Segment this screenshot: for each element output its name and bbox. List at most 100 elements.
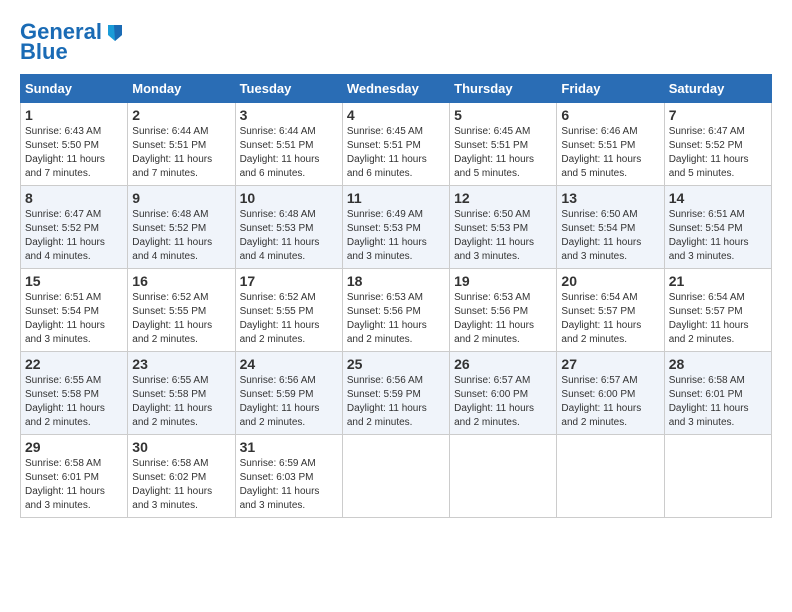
day-number: 13: [561, 190, 659, 206]
logo-blue-text: Blue: [20, 40, 68, 64]
calendar-cell: 3 Sunrise: 6:44 AM Sunset: 5:51 PM Dayli…: [235, 103, 342, 186]
calendar-cell: [342, 435, 449, 518]
day-header-monday: Monday: [128, 75, 235, 103]
calendar-cell: 23 Sunrise: 6:55 AM Sunset: 5:58 PM Dayl…: [128, 352, 235, 435]
calendar-cell: 14 Sunrise: 6:51 AM Sunset: 5:54 PM Dayl…: [664, 186, 771, 269]
calendar-cell: 26 Sunrise: 6:57 AM Sunset: 6:00 PM Dayl…: [450, 352, 557, 435]
calendar-cell: 10 Sunrise: 6:48 AM Sunset: 5:53 PM Dayl…: [235, 186, 342, 269]
calendar-week-5: 29 Sunrise: 6:58 AM Sunset: 6:01 PM Dayl…: [21, 435, 772, 518]
day-info: Sunrise: 6:48 AM Sunset: 5:52 PM Dayligh…: [132, 208, 230, 264]
day-number: 27: [561, 356, 659, 372]
calendar-cell: 7 Sunrise: 6:47 AM Sunset: 5:52 PM Dayli…: [664, 103, 771, 186]
day-number: 22: [25, 356, 123, 372]
day-number: 15: [25, 273, 123, 289]
day-number: 21: [669, 273, 767, 289]
day-info: Sunrise: 6:59 AM Sunset: 6:03 PM Dayligh…: [240, 457, 338, 513]
day-header-friday: Friday: [557, 75, 664, 103]
day-info: Sunrise: 6:57 AM Sunset: 6:00 PM Dayligh…: [454, 374, 552, 430]
day-number: 31: [240, 439, 338, 455]
calendar-table: SundayMondayTuesdayWednesdayThursdayFrid…: [20, 74, 772, 518]
day-info: Sunrise: 6:47 AM Sunset: 5:52 PM Dayligh…: [669, 125, 767, 181]
day-info: Sunrise: 6:51 AM Sunset: 5:54 PM Dayligh…: [25, 291, 123, 347]
calendar-week-4: 22 Sunrise: 6:55 AM Sunset: 5:58 PM Dayl…: [21, 352, 772, 435]
day-info: Sunrise: 6:55 AM Sunset: 5:58 PM Dayligh…: [132, 374, 230, 430]
calendar-cell: 2 Sunrise: 6:44 AM Sunset: 5:51 PM Dayli…: [128, 103, 235, 186]
logo-arrow-icon: [104, 21, 126, 43]
day-info: Sunrise: 6:49 AM Sunset: 5:53 PM Dayligh…: [347, 208, 445, 264]
calendar-cell: [557, 435, 664, 518]
day-number: 26: [454, 356, 552, 372]
day-info: Sunrise: 6:56 AM Sunset: 5:59 PM Dayligh…: [347, 374, 445, 430]
day-number: 19: [454, 273, 552, 289]
day-info: Sunrise: 6:50 AM Sunset: 5:53 PM Dayligh…: [454, 208, 552, 264]
day-info: Sunrise: 6:43 AM Sunset: 5:50 PM Dayligh…: [25, 125, 123, 181]
calendar-cell: 24 Sunrise: 6:56 AM Sunset: 5:59 PM Dayl…: [235, 352, 342, 435]
day-number: 7: [669, 107, 767, 123]
day-info: Sunrise: 6:44 AM Sunset: 5:51 PM Dayligh…: [132, 125, 230, 181]
day-number: 3: [240, 107, 338, 123]
day-number: 23: [132, 356, 230, 372]
day-info: Sunrise: 6:54 AM Sunset: 5:57 PM Dayligh…: [669, 291, 767, 347]
day-number: 16: [132, 273, 230, 289]
calendar-cell: 5 Sunrise: 6:45 AM Sunset: 5:51 PM Dayli…: [450, 103, 557, 186]
day-number: 12: [454, 190, 552, 206]
calendar-cell: 31 Sunrise: 6:59 AM Sunset: 6:03 PM Dayl…: [235, 435, 342, 518]
page-header: General Blue: [20, 20, 772, 64]
day-number: 6: [561, 107, 659, 123]
calendar-cell: 11 Sunrise: 6:49 AM Sunset: 5:53 PM Dayl…: [342, 186, 449, 269]
day-number: 11: [347, 190, 445, 206]
day-number: 30: [132, 439, 230, 455]
calendar-cell: 27 Sunrise: 6:57 AM Sunset: 6:00 PM Dayl…: [557, 352, 664, 435]
day-number: 9: [132, 190, 230, 206]
day-number: 4: [347, 107, 445, 123]
calendar-cell: 29 Sunrise: 6:58 AM Sunset: 6:01 PM Dayl…: [21, 435, 128, 518]
calendar-cell: 12 Sunrise: 6:50 AM Sunset: 5:53 PM Dayl…: [450, 186, 557, 269]
day-info: Sunrise: 6:46 AM Sunset: 5:51 PM Dayligh…: [561, 125, 659, 181]
calendar-cell: 17 Sunrise: 6:52 AM Sunset: 5:55 PM Dayl…: [235, 269, 342, 352]
day-header-thursday: Thursday: [450, 75, 557, 103]
calendar-week-3: 15 Sunrise: 6:51 AM Sunset: 5:54 PM Dayl…: [21, 269, 772, 352]
day-number: 24: [240, 356, 338, 372]
day-info: Sunrise: 6:54 AM Sunset: 5:57 PM Dayligh…: [561, 291, 659, 347]
day-info: Sunrise: 6:51 AM Sunset: 5:54 PM Dayligh…: [669, 208, 767, 264]
calendar-cell: 22 Sunrise: 6:55 AM Sunset: 5:58 PM Dayl…: [21, 352, 128, 435]
day-info: Sunrise: 6:52 AM Sunset: 5:55 PM Dayligh…: [132, 291, 230, 347]
calendar-cell: 16 Sunrise: 6:52 AM Sunset: 5:55 PM Dayl…: [128, 269, 235, 352]
calendar-cell: 20 Sunrise: 6:54 AM Sunset: 5:57 PM Dayl…: [557, 269, 664, 352]
day-info: Sunrise: 6:44 AM Sunset: 5:51 PM Dayligh…: [240, 125, 338, 181]
calendar-cell: 21 Sunrise: 6:54 AM Sunset: 5:57 PM Dayl…: [664, 269, 771, 352]
calendar-cell: 9 Sunrise: 6:48 AM Sunset: 5:52 PM Dayli…: [128, 186, 235, 269]
calendar-cell: 1 Sunrise: 6:43 AM Sunset: 5:50 PM Dayli…: [21, 103, 128, 186]
day-header-sunday: Sunday: [21, 75, 128, 103]
calendar-cell: 6 Sunrise: 6:46 AM Sunset: 5:51 PM Dayli…: [557, 103, 664, 186]
day-info: Sunrise: 6:56 AM Sunset: 5:59 PM Dayligh…: [240, 374, 338, 430]
day-info: Sunrise: 6:53 AM Sunset: 5:56 PM Dayligh…: [454, 291, 552, 347]
calendar-cell: 4 Sunrise: 6:45 AM Sunset: 5:51 PM Dayli…: [342, 103, 449, 186]
day-info: Sunrise: 6:57 AM Sunset: 6:00 PM Dayligh…: [561, 374, 659, 430]
calendar-cell: 19 Sunrise: 6:53 AM Sunset: 5:56 PM Dayl…: [450, 269, 557, 352]
day-number: 20: [561, 273, 659, 289]
day-number: 17: [240, 273, 338, 289]
day-number: 5: [454, 107, 552, 123]
day-info: Sunrise: 6:58 AM Sunset: 6:01 PM Dayligh…: [25, 457, 123, 513]
day-info: Sunrise: 6:45 AM Sunset: 5:51 PM Dayligh…: [347, 125, 445, 181]
day-info: Sunrise: 6:55 AM Sunset: 5:58 PM Dayligh…: [25, 374, 123, 430]
day-info: Sunrise: 6:47 AM Sunset: 5:52 PM Dayligh…: [25, 208, 123, 264]
day-info: Sunrise: 6:48 AM Sunset: 5:53 PM Dayligh…: [240, 208, 338, 264]
day-number: 1: [25, 107, 123, 123]
day-number: 8: [25, 190, 123, 206]
day-header-wednesday: Wednesday: [342, 75, 449, 103]
day-number: 2: [132, 107, 230, 123]
day-info: Sunrise: 6:53 AM Sunset: 5:56 PM Dayligh…: [347, 291, 445, 347]
calendar-week-1: 1 Sunrise: 6:43 AM Sunset: 5:50 PM Dayli…: [21, 103, 772, 186]
calendar-cell: 15 Sunrise: 6:51 AM Sunset: 5:54 PM Dayl…: [21, 269, 128, 352]
day-info: Sunrise: 6:58 AM Sunset: 6:01 PM Dayligh…: [669, 374, 767, 430]
calendar-cell: 13 Sunrise: 6:50 AM Sunset: 5:54 PM Dayl…: [557, 186, 664, 269]
calendar-header-row: SundayMondayTuesdayWednesdayThursdayFrid…: [21, 75, 772, 103]
day-header-saturday: Saturday: [664, 75, 771, 103]
calendar-cell: 8 Sunrise: 6:47 AM Sunset: 5:52 PM Dayli…: [21, 186, 128, 269]
day-info: Sunrise: 6:52 AM Sunset: 5:55 PM Dayligh…: [240, 291, 338, 347]
calendar-cell: 30 Sunrise: 6:58 AM Sunset: 6:02 PM Dayl…: [128, 435, 235, 518]
day-number: 28: [669, 356, 767, 372]
day-number: 14: [669, 190, 767, 206]
